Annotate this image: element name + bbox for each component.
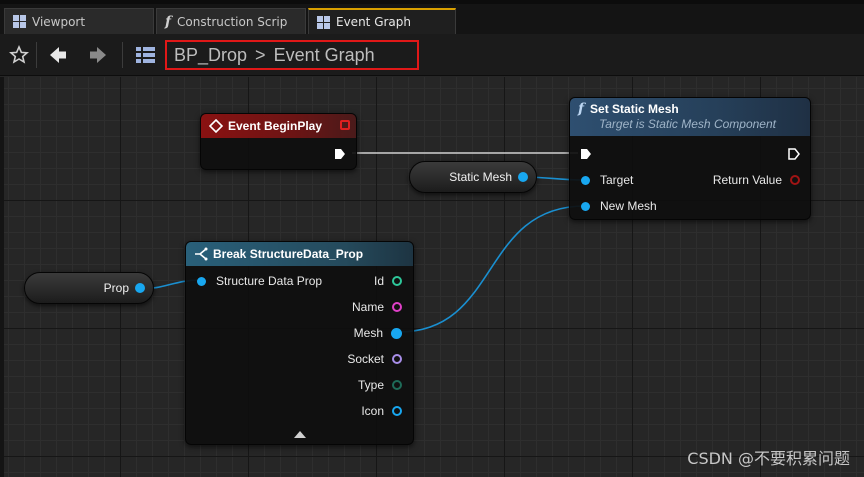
tab-viewport[interactable]: Viewport — [4, 8, 154, 34]
static-mesh-variable-node[interactable]: Static Mesh — [409, 161, 537, 193]
bool-pin-icon — [790, 175, 800, 185]
return-value-output-pin[interactable]: Return Value — [713, 172, 800, 188]
back-button[interactable] — [44, 41, 72, 69]
node-title: Break StructureData_Prop — [213, 247, 364, 261]
object-pin-icon — [392, 406, 402, 416]
exec-pin-icon — [581, 149, 591, 159]
object-pin-icon — [581, 175, 590, 185]
arrow-left-icon — [50, 47, 66, 63]
tab-label: Viewport — [32, 14, 86, 29]
exec-input-pin[interactable] — [580, 146, 592, 162]
pin-label: Icon — [361, 404, 384, 418]
int-pin-icon — [392, 276, 402, 286]
node-header: Break StructureData_Prop — [186, 242, 413, 266]
exec-pin-icon — [788, 148, 800, 160]
toolbar-divider — [36, 42, 37, 68]
break-struct-icon — [195, 247, 208, 261]
break-struct-node[interactable]: Break StructureData_Prop Structure Data … — [185, 241, 414, 445]
graph-toolbar: BP_Drop > Event Graph — [0, 34, 864, 76]
pin-label: Id — [373, 274, 384, 288]
node-title: Set Static Mesh — [590, 102, 679, 116]
pin-label: Mesh — [353, 326, 383, 340]
graph-type-indicator — [132, 41, 162, 69]
prop-variable-node[interactable]: Prop — [24, 272, 154, 304]
tab-construction-script[interactable]: f Construction Scrip — [156, 8, 306, 34]
pin-label: Type — [357, 378, 384, 392]
pin-label: Name — [351, 300, 384, 314]
event-begin-play-node[interactable]: Event BeginPlay — [200, 113, 357, 170]
enum-pin-icon — [392, 380, 402, 390]
tab-bar: Viewport f Construction Scrip Event Grap… — [0, 0, 864, 34]
pin-label: Socket — [347, 352, 384, 366]
event-diamond-icon — [209, 119, 223, 133]
node-title: Event BeginPlay — [228, 119, 323, 133]
socket-output-pin[interactable]: Socket — [347, 351, 402, 367]
name-output-pin[interactable]: Name — [352, 299, 402, 315]
structure-data-prop-input-pin[interactable]: Structure Data Prop — [197, 273, 322, 289]
variable-label: Prop — [103, 281, 129, 295]
variable-label: Static Mesh — [449, 170, 512, 184]
tab-label: Construction Scrip — [177, 14, 288, 29]
node-subtitle: Target is Static Mesh Component — [599, 117, 776, 131]
target-input-pin[interactable]: Target — [581, 172, 633, 188]
object-pin-icon[interactable] — [518, 172, 528, 182]
event-graph-grid-icon — [317, 15, 330, 29]
forward-button[interactable] — [84, 41, 112, 69]
collapse-arrow-icon[interactable] — [294, 431, 306, 438]
tab-event-graph[interactable]: Event Graph — [308, 8, 456, 34]
breadcrumb-blueprint[interactable]: BP_Drop — [174, 45, 247, 66]
name-pin-icon — [392, 302, 402, 312]
node-header: Event BeginPlay — [201, 114, 356, 138]
node-header: f Set Static Mesh Target is Static Mesh … — [570, 98, 810, 136]
function-icon: f — [165, 13, 172, 30]
arrow-right-icon — [90, 47, 106, 63]
viewport-grid-icon — [13, 15, 26, 28]
exec-output-pin[interactable] — [788, 146, 800, 162]
function-icon: f — [578, 101, 585, 117]
pin-label: Structure Data Prop — [216, 274, 323, 288]
star-icon — [9, 45, 29, 64]
breadcrumb-graph[interactable]: Event Graph — [274, 45, 375, 66]
breadcrumb: BP_Drop > Event Graph — [165, 40, 419, 70]
delegate-pin-icon[interactable] — [340, 120, 350, 130]
pin-label: Target — [600, 173, 634, 187]
watermark: CSDN @不要积累问题 — [687, 449, 850, 468]
object-pin-icon — [581, 201, 590, 211]
exec-pin-icon — [335, 149, 345, 159]
icon-output-pin[interactable]: Icon — [361, 403, 402, 419]
pin-label: Return Value — [712, 173, 782, 187]
tab-label: Event Graph — [336, 15, 411, 29]
id-output-pin[interactable]: Id — [374, 273, 402, 289]
new-mesh-input-pin[interactable]: New Mesh — [581, 198, 657, 214]
pin-label: New Mesh — [600, 199, 657, 213]
object-pin-icon — [391, 327, 402, 339]
struct-pin-icon[interactable] — [135, 283, 145, 293]
graph-grid-icon — [136, 47, 155, 63]
breadcrumb-separator: > — [255, 44, 266, 65]
favorite-button[interactable] — [6, 41, 32, 69]
toolbar-divider — [122, 42, 123, 68]
type-output-pin[interactable]: Type — [358, 377, 402, 393]
mesh-output-pin[interactable]: Mesh — [354, 325, 402, 341]
exec-output-pin[interactable] — [334, 146, 346, 162]
set-static-mesh-node[interactable]: f Set Static Mesh Target is Static Mesh … — [569, 97, 811, 220]
name-pin-icon — [392, 354, 402, 364]
struct-pin-icon — [197, 276, 206, 286]
